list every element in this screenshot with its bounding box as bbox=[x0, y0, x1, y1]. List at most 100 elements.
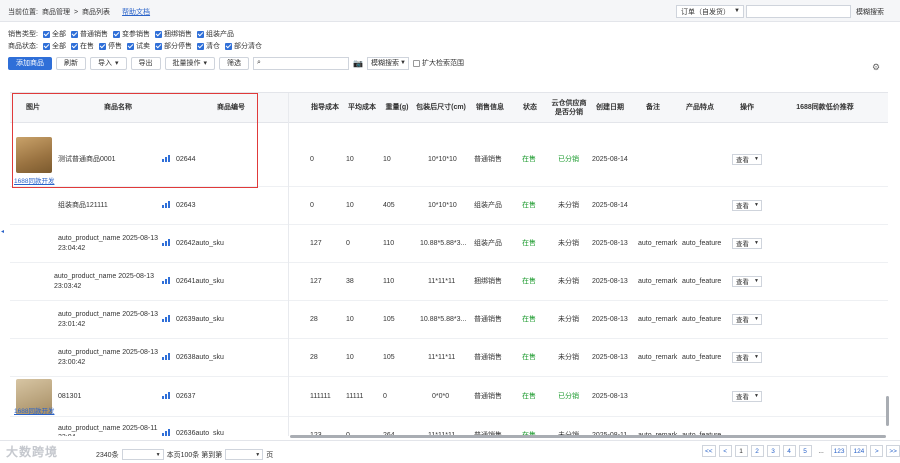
feature: auto_feature bbox=[682, 239, 722, 247]
created-date: 2025-08-13 bbox=[592, 277, 628, 285]
page-button-1[interactable]: 1 bbox=[734, 445, 748, 457]
feature: auto_feature bbox=[682, 315, 722, 323]
page-button-3[interactable]: 3 bbox=[766, 445, 780, 457]
remark: auto_remark bbox=[638, 432, 678, 436]
status-option-stopped[interactable]: 停售 bbox=[99, 41, 122, 51]
watermark-logo: 大数跨境 bbox=[6, 445, 59, 459]
page-button-124[interactable]: 124 bbox=[850, 445, 868, 457]
sales-option-all[interactable]: 全部 bbox=[43, 29, 66, 39]
avg-cost: 10 bbox=[346, 353, 354, 361]
sales-option-normal[interactable]: 普通销售 bbox=[71, 29, 108, 39]
collapse-arrow-icon[interactable]: ◂ bbox=[1, 228, 4, 235]
stats-icon[interactable] bbox=[162, 314, 171, 322]
pack-size: 11*11*11 bbox=[428, 432, 456, 436]
sales-option-assembly[interactable]: 组装产品 bbox=[197, 29, 234, 39]
view-dropdown-button[interactable]: 查看 ▼ bbox=[732, 313, 762, 325]
view-label: 查看 bbox=[736, 241, 749, 248]
status-option-partial-stop[interactable]: 部分停售 bbox=[155, 41, 192, 51]
stats-icon[interactable] bbox=[162, 391, 171, 399]
weight: 105 bbox=[383, 315, 395, 323]
page-size-select[interactable]: ▼ bbox=[121, 449, 164, 460]
dev-1688-link[interactable]: 1688同款开发 bbox=[14, 405, 54, 415]
horizontal-scrollbar[interactable] bbox=[290, 435, 886, 438]
page-button-123[interactable]: 123 bbox=[830, 445, 848, 457]
status-option-on-sale[interactable]: 在售 bbox=[71, 41, 94, 51]
table-row[interactable]: 组装商品121111 02643 0 10 405 10*10*10 组装产品 … bbox=[10, 187, 888, 225]
created-date: 2025-08-11 bbox=[592, 432, 628, 436]
expand-search-checkbox[interactable]: 扩大检索范围 bbox=[413, 58, 464, 68]
chevron-down-icon: ▼ bbox=[754, 278, 759, 284]
table-row[interactable]: auto_product_name 2025-08-11 23:04 02636… bbox=[10, 417, 888, 436]
view-dropdown-button[interactable]: 查看 ▼ bbox=[732, 275, 762, 287]
import-button[interactable]: 导入 ▾ bbox=[90, 56, 127, 70]
status-option-all[interactable]: 全部 bbox=[43, 41, 66, 51]
col-feature: 产品特点 bbox=[686, 104, 714, 112]
pack-size: 10*10*10 bbox=[428, 155, 457, 163]
breadcrumb-separator: > bbox=[73, 8, 79, 16]
checkbox-checked-icon bbox=[71, 42, 78, 50]
table-row[interactable]: auto_product_name 2025-08-13 23:01:42 02… bbox=[10, 301, 888, 339]
product-name: auto_product_name 2025-08-13 23:01:42 bbox=[58, 311, 159, 328]
first-page-button[interactable]: << bbox=[702, 445, 716, 457]
table-row[interactable]: auto_product_name 2025-08-13 23:03:42 02… bbox=[10, 263, 888, 301]
view-label: 查看 bbox=[736, 394, 749, 401]
page-jump-select[interactable]: ▼ bbox=[225, 449, 264, 460]
order-type-select[interactable]: 订单（自发货） ▼ bbox=[676, 5, 744, 18]
status-option-trial[interactable]: 试卖 bbox=[127, 41, 150, 51]
order-search-input[interactable] bbox=[746, 5, 851, 18]
view-dropdown-button[interactable]: 查看 ▼ bbox=[732, 199, 762, 211]
view-label: 查看 bbox=[736, 157, 749, 164]
page-button-5[interactable]: 5 bbox=[798, 445, 812, 457]
weight: 110 bbox=[383, 277, 395, 285]
batch-operation-button[interactable]: 批量操作 ▾ bbox=[164, 56, 216, 70]
add-product-button[interactable]: 添加商品 bbox=[8, 56, 52, 70]
stats-icon[interactable] bbox=[162, 276, 171, 284]
status-option-clearance[interactable]: 清仓 bbox=[197, 41, 220, 51]
option-label: 组装产品 bbox=[206, 31, 234, 38]
weight: 105 bbox=[383, 353, 395, 361]
table-row[interactable]: auto_product_name 2025-08-13 23:04:42 02… bbox=[10, 225, 888, 263]
table-row[interactable]: auto_product_name 2025-08-13 23:00:42 02… bbox=[10, 339, 888, 377]
page-button-4[interactable]: 4 bbox=[782, 445, 796, 457]
export-button[interactable]: 导出 bbox=[130, 56, 161, 70]
product-name: 081301 bbox=[58, 392, 82, 400]
stats-icon[interactable] bbox=[162, 352, 171, 360]
settings-gear-icon[interactable]: ⚙ bbox=[872, 62, 880, 73]
refresh-button[interactable]: 刷新 bbox=[56, 56, 86, 70]
checkbox-checked-icon bbox=[43, 30, 50, 38]
next-page-button[interactable]: > bbox=[870, 445, 884, 457]
product-sku: 02638auto_sku bbox=[176, 353, 224, 361]
stats-icon[interactable] bbox=[162, 200, 171, 208]
help-link[interactable]: 帮助文档 bbox=[122, 7, 150, 17]
view-dropdown-button[interactable]: 查看 ▼ bbox=[732, 153, 762, 165]
breadcrumb-item-product-mgmt[interactable]: 商品管理 bbox=[42, 7, 70, 17]
vertical-scrollbar[interactable] bbox=[886, 396, 889, 426]
status-option-partial-clearance[interactable]: 部分清仓 bbox=[225, 41, 262, 51]
sales-option-bundle[interactable]: 捆绑销售 bbox=[155, 29, 192, 39]
view-dropdown-button[interactable]: 查看 ▼ bbox=[732, 237, 762, 249]
filter-button[interactable]: 筛选 bbox=[219, 56, 250, 70]
avg-cost: 0 bbox=[346, 239, 350, 247]
page-button-2[interactable]: 2 bbox=[750, 445, 764, 457]
prev-page-button[interactable]: < bbox=[718, 445, 732, 457]
top-bar: 当前位置: 商品管理 > 商品列表 帮助文档 订单（自发货） ▼ 模糊搜索 bbox=[0, 0, 900, 22]
checkbox-checked-icon bbox=[197, 42, 204, 50]
dist-status: 已分销 bbox=[558, 155, 579, 163]
camera-icon[interactable]: 📷 bbox=[353, 59, 363, 68]
stats-icon[interactable] bbox=[162, 238, 171, 246]
col-pack-size: 包装后尺寸(cm) bbox=[416, 104, 466, 112]
search-mode-select[interactable]: 模糊搜索 ▼ bbox=[367, 56, 409, 70]
product-search-input[interactable]: ⌕ bbox=[253, 56, 350, 70]
product-sku: 02636auto_sku bbox=[176, 430, 224, 436]
last-page-button[interactable]: >> bbox=[886, 445, 900, 457]
view-dropdown-button[interactable]: 查看 ▼ bbox=[732, 390, 762, 402]
import-label: 导入 bbox=[98, 60, 112, 67]
checkbox-checked-icon bbox=[127, 42, 134, 50]
status-label: 商品状态: bbox=[8, 43, 38, 50]
view-dropdown-button[interactable]: 查看 ▼ bbox=[732, 351, 762, 363]
sales-option-variant[interactable]: 变参销售 bbox=[113, 29, 150, 39]
fuzzy-search-label[interactable]: 模糊搜索 bbox=[856, 7, 884, 17]
chevron-down-icon: ▼ bbox=[400, 60, 406, 66]
table-row[interactable]: 1688同款开发 081301 02637 111111 11111 0 0*0… bbox=[10, 377, 888, 417]
stats-icon[interactable] bbox=[162, 429, 171, 436]
